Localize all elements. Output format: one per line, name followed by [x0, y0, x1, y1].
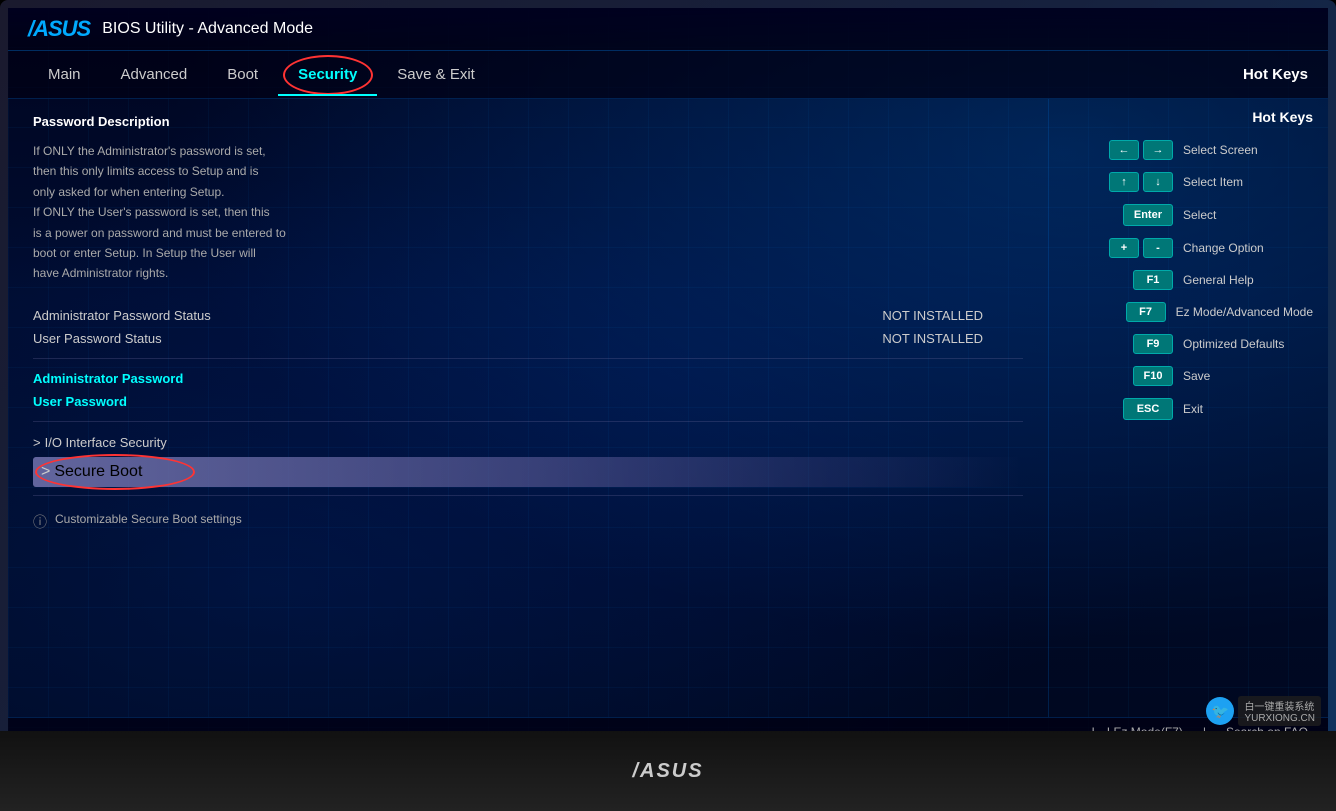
user-password-row[interactable]: User Password: [33, 390, 1023, 413]
f9-key-group: F9: [1133, 334, 1173, 354]
esc-key: ESC: [1123, 398, 1173, 420]
secure-boot-info: ⓘ Customizable Secure Boot settings: [33, 504, 1023, 540]
nav-tabs: Main Advanced Boot Security Save & Exit …: [8, 51, 1328, 99]
change-option-keys: + -: [1109, 238, 1173, 258]
user-password-status-value: NOT INSTALLED: [882, 331, 983, 346]
exit-desc: Exit: [1183, 402, 1313, 416]
tab-security[interactable]: Security: [278, 54, 377, 95]
select-item-desc: Select Item: [1183, 175, 1313, 189]
hotkey-general-help: F1 General Help: [1064, 270, 1313, 290]
watermark-text: 白一键重装系统YURXIONG.CN: [1238, 696, 1321, 726]
enter-key: Enter: [1123, 204, 1173, 226]
minus-key: -: [1143, 238, 1173, 258]
admin-password-status-value: NOT INSTALLED: [882, 308, 983, 323]
left-arrow-key: ←: [1109, 140, 1139, 160]
hotkey-change-option: + - Change Option: [1064, 238, 1313, 258]
down-arrow-key: ↓: [1143, 172, 1173, 192]
tab-main[interactable]: Main: [28, 54, 101, 95]
change-option-desc: Change Option: [1183, 241, 1313, 255]
admin-password-label: Administrator Password: [33, 371, 183, 386]
ez-mode-desc: Ez Mode/Advanced Mode: [1176, 305, 1313, 319]
tab-boot[interactable]: Boot: [207, 54, 278, 95]
hotkey-exit: ESC Exit: [1064, 398, 1313, 420]
select-screen-keys: ← →: [1109, 140, 1173, 160]
hotkey-enter: Enter Select: [1064, 204, 1313, 226]
f9-key: F9: [1133, 334, 1173, 354]
right-panel: Hot Keys ← → Select Screen ↑ ↓ Select It…: [1048, 99, 1328, 717]
io-interface-security-label: I/O Interface Security: [45, 435, 167, 450]
bios-content: Password Description If ONLY the Adminis…: [8, 99, 1328, 717]
desc-line-4: If ONLY the User's password is set, then…: [33, 205, 270, 219]
watermark: 🐦 白一键重装系统YURXIONG.CN: [1206, 696, 1321, 726]
desc-line-5: is a power on password and must be enter…: [33, 226, 286, 240]
io-interface-security-item[interactable]: > I/O Interface Security: [33, 430, 1023, 455]
bios-screen: /ASUS BIOS Utility - Advanced Mode Main …: [8, 8, 1328, 731]
enter-key-group: Enter: [1123, 204, 1173, 226]
hotkeys-label: Hot Keys: [1243, 66, 1308, 83]
divider-3: [33, 495, 1023, 496]
bios-footer: I→I Ez Mode(F7) | Search on FAQ: [8, 717, 1328, 731]
user-password-status-row: User Password Status NOT INSTALLED: [33, 327, 1023, 350]
f1-key-group: F1: [1133, 270, 1173, 290]
general-help-desc: General Help: [1183, 273, 1313, 287]
enter-desc: Select: [1183, 208, 1313, 222]
desc-line-7: have Administrator rights.: [33, 266, 168, 280]
monitor-bezel: /ASUS BIOS Utility - Advanced Mode Main …: [0, 0, 1336, 811]
password-description-title: Password Description: [33, 114, 1023, 129]
ez-mode-footer[interactable]: I→I Ez Mode(F7): [1091, 725, 1182, 732]
secure-boot-info-text: Customizable Secure Boot settings: [55, 512, 242, 526]
left-panel: Password Description If ONLY the Adminis…: [8, 99, 1048, 717]
secure-boot-arrow-icon: >: [41, 463, 50, 481]
secure-boot-label: Secure Boot: [54, 463, 142, 481]
tab-save-exit[interactable]: Save & Exit: [377, 54, 495, 95]
user-password-status-label: User Password Status: [33, 331, 162, 346]
bottom-bezel: /ASUS: [0, 731, 1336, 811]
tab-advanced[interactable]: Advanced: [101, 54, 208, 95]
io-arrow-icon: >: [33, 435, 41, 450]
desc-line-6: boot or enter Setup. In Setup the User w…: [33, 246, 256, 260]
hotkey-select-item: ↑ ↓ Select Item: [1064, 172, 1313, 192]
hotkeys-title: Hot Keys: [1064, 109, 1313, 125]
admin-password-row[interactable]: Administrator Password: [33, 367, 1023, 390]
twitter-icon: 🐦: [1206, 697, 1234, 725]
right-arrow-key: →: [1143, 140, 1173, 160]
admin-password-status-label: Administrator Password Status: [33, 308, 211, 323]
desc-line-2: then this only limits access to Setup an…: [33, 164, 258, 178]
plus-key: +: [1109, 238, 1139, 258]
asus-logo: /ASUS: [28, 16, 90, 42]
bios-title: BIOS Utility - Advanced Mode: [102, 20, 313, 38]
settings-table: Administrator Password Status NOT INSTAL…: [33, 304, 1023, 413]
bios-header: /ASUS BIOS Utility - Advanced Mode: [8, 8, 1328, 51]
desc-line-1: If ONLY the Administrator's password is …: [33, 144, 266, 158]
f7-key-group: F7: [1126, 302, 1166, 322]
divider-2: [33, 421, 1023, 422]
hotkey-save: F10 Save: [1064, 366, 1313, 386]
save-desc: Save: [1183, 369, 1313, 383]
optimized-defaults-desc: Optimized Defaults: [1183, 337, 1313, 351]
asus-logo-bottom: /ASUS: [632, 760, 703, 783]
hotkey-optimized-defaults: F9 Optimized Defaults: [1064, 334, 1313, 354]
password-description-text: If ONLY the Administrator's password is …: [33, 141, 453, 284]
info-icon: ⓘ: [33, 512, 47, 532]
secure-boot-item[interactable]: > Secure Boot: [33, 457, 1023, 487]
secure-boot-container: > Secure Boot: [33, 457, 1023, 487]
f10-key-group: F10: [1133, 366, 1173, 386]
hotkey-select-screen: ← → Select Screen: [1064, 140, 1313, 160]
user-password-label: User Password: [33, 394, 127, 409]
esc-key-group: ESC: [1123, 398, 1173, 420]
admin-password-status-row: Administrator Password Status NOT INSTAL…: [33, 304, 1023, 327]
desc-line-3: only asked for when entering Setup.: [33, 185, 224, 199]
select-screen-desc: Select Screen: [1183, 143, 1313, 157]
f1-key: F1: [1133, 270, 1173, 290]
divider-1: [33, 358, 1023, 359]
select-item-keys: ↑ ↓: [1109, 172, 1173, 192]
up-arrow-key: ↑: [1109, 172, 1139, 192]
f7-key: F7: [1126, 302, 1166, 322]
f10-key: F10: [1133, 366, 1173, 386]
hotkey-ez-mode: F7 Ez Mode/Advanced Mode: [1064, 302, 1313, 322]
